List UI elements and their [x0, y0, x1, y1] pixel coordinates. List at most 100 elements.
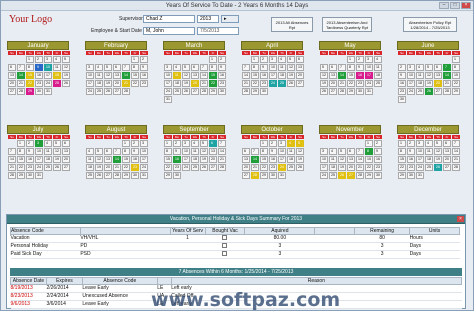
day-cell[interactable]: 23	[356, 80, 364, 87]
day-cell[interactable]: 15	[251, 72, 259, 79]
day-cell[interactable]: 12	[62, 64, 70, 71]
day-cell[interactable]: 3	[44, 56, 52, 63]
day-cell[interactable]: 6	[443, 140, 451, 147]
day-cell[interactable]: 22	[398, 164, 406, 171]
day-cell[interactable]: 19	[287, 72, 295, 79]
day-cell[interactable]: 21	[200, 80, 208, 87]
day-cell[interactable]: 19	[425, 80, 433, 87]
day-cell[interactable]: 7	[443, 64, 451, 71]
day-cell[interactable]: 2	[407, 140, 415, 147]
day-cell[interactable]: 13	[347, 156, 355, 163]
day-cell[interactable]: 1	[26, 56, 34, 63]
day-cell[interactable]: 9	[173, 148, 181, 155]
day-cell[interactable]: 13	[242, 156, 250, 163]
day-cell[interactable]: 18	[287, 156, 295, 163]
all-absences-report-button[interactable]: 2013 All Absences Rpt	[271, 17, 313, 32]
day-cell[interactable]: 5	[62, 56, 70, 63]
day-cell[interactable]: 14	[17, 72, 25, 79]
day-cell[interactable]: 12	[95, 156, 103, 163]
day-cell[interactable]: 3	[278, 140, 286, 147]
day-cell[interactable]: 30	[398, 96, 406, 103]
day-cell[interactable]: 14	[443, 72, 451, 79]
day-cell[interactable]: 14	[8, 156, 16, 163]
day-cell[interactable]: 31	[44, 88, 52, 95]
day-cell[interactable]: 24	[35, 164, 43, 171]
day-cell[interactable]: 15	[164, 156, 172, 163]
day-cell[interactable]: 15	[17, 156, 25, 163]
day-cell[interactable]: 30	[260, 88, 268, 95]
day-cell[interactable]: 8	[452, 64, 460, 71]
year-select[interactable]: 2013	[197, 15, 219, 23]
day-cell[interactable]: 5	[95, 148, 103, 155]
day-cell[interactable]: 29	[398, 172, 406, 179]
day-cell[interactable]: 27	[242, 172, 250, 179]
day-cell[interactable]: 26	[338, 172, 346, 179]
day-cell[interactable]: 5	[287, 56, 295, 63]
day-cell[interactable]: 29	[17, 172, 25, 179]
day-cell[interactable]: 26	[296, 164, 304, 171]
day-cell[interactable]: 5	[434, 140, 442, 147]
day-cell[interactable]: 15	[209, 72, 217, 79]
day-cell[interactable]: 19	[53, 156, 61, 163]
day-cell[interactable]: 4	[173, 64, 181, 71]
day-cell[interactable]: 10	[164, 72, 172, 79]
day-cell[interactable]: 2	[35, 56, 43, 63]
day-cell[interactable]: 1	[209, 56, 217, 63]
day-cell[interactable]: 16	[140, 72, 148, 79]
day-cell[interactable]: 8	[26, 64, 34, 71]
day-cell[interactable]: 25	[191, 164, 199, 171]
day-cell[interactable]: 30	[269, 172, 277, 179]
day-cell[interactable]: 27	[329, 88, 337, 95]
bought-vac[interactable]	[205, 250, 245, 259]
day-cell[interactable]: 11	[425, 148, 433, 155]
day-cell[interactable]: 9	[131, 148, 139, 155]
day-cell[interactable]: 7	[356, 148, 364, 155]
day-cell[interactable]: 20	[443, 156, 451, 163]
day-cell[interactable]: 21	[452, 156, 460, 163]
year-stepper[interactable]: ▸	[221, 15, 239, 23]
day-cell[interactable]: 21	[356, 164, 364, 171]
day-cell[interactable]: 19	[95, 164, 103, 171]
day-cell[interactable]: 19	[434, 156, 442, 163]
day-cell[interactable]: 8	[347, 64, 355, 71]
day-cell[interactable]: 27	[113, 88, 121, 95]
day-cell[interactable]: 24	[164, 88, 172, 95]
day-cell[interactable]: 23	[398, 88, 406, 95]
day-cell[interactable]: 16	[374, 156, 382, 163]
day-cell[interactable]: 30	[35, 88, 43, 95]
day-cell[interactable]: 11	[278, 64, 286, 71]
day-cell[interactable]: 7	[17, 64, 25, 71]
day-cell[interactable]: 8	[164, 148, 172, 155]
day-cell[interactable]: 2	[398, 64, 406, 71]
vacation-row[interactable]: Paid Sick Day PSD 3 3 Days	[10, 250, 460, 259]
day-cell[interactable]: 6	[8, 64, 16, 71]
day-cell[interactable]: 3	[35, 140, 43, 147]
day-cell[interactable]: 28	[17, 88, 25, 95]
day-cell[interactable]: 18	[44, 156, 52, 163]
day-cell[interactable]: 31	[278, 172, 286, 179]
day-cell[interactable]: 27	[443, 164, 451, 171]
day-cell[interactable]: 27	[8, 88, 16, 95]
day-cell[interactable]: 15	[122, 156, 130, 163]
day-cell[interactable]: 20	[209, 156, 217, 163]
day-cell[interactable]: 9	[374, 148, 382, 155]
day-cell[interactable]: 8	[17, 148, 25, 155]
day-cell[interactable]: 13	[8, 72, 16, 79]
day-cell[interactable]: 24	[416, 164, 424, 171]
day-cell[interactable]: 15	[452, 72, 460, 79]
day-cell[interactable]: 14	[113, 156, 121, 163]
day-cell[interactable]: 26	[320, 88, 328, 95]
day-cell[interactable]: 26	[104, 88, 112, 95]
day-cell[interactable]: 22	[365, 164, 373, 171]
day-cell[interactable]: 8	[131, 64, 139, 71]
day-cell[interactable]: 29	[26, 88, 34, 95]
day-cell[interactable]: 11	[86, 156, 94, 163]
day-cell[interactable]: 12	[182, 72, 190, 79]
day-cell[interactable]: 15	[260, 156, 268, 163]
day-cell[interactable]: 24	[86, 88, 94, 95]
day-cell[interactable]: 12	[296, 148, 304, 155]
day-cell[interactable]: 2	[218, 56, 226, 63]
day-cell[interactable]: 19	[320, 80, 328, 87]
day-cell[interactable]: 12	[338, 156, 346, 163]
day-cell[interactable]: 23	[374, 164, 382, 171]
